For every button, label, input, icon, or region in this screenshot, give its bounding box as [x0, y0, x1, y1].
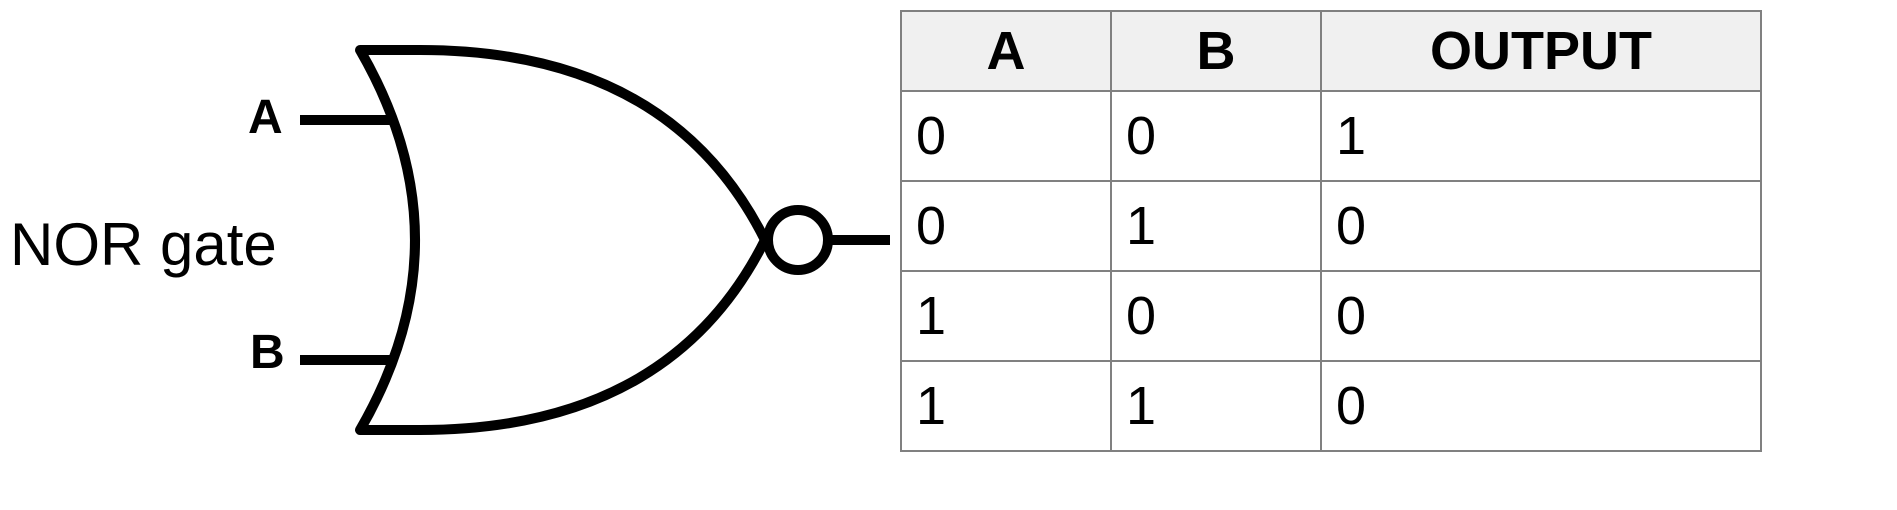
table-row: 1 0 0: [901, 271, 1761, 361]
cell-a: 0: [901, 91, 1111, 181]
input-a-label: A: [248, 90, 283, 145]
nor-gate-diagram: NOR gate A B A B OUTPUT 0 0 1: [0, 0, 1897, 510]
cell-out: 0: [1321, 271, 1761, 361]
cell-b: 1: [1111, 181, 1321, 271]
cell-a: 1: [901, 361, 1111, 451]
cell-b: 0: [1111, 271, 1321, 361]
cell-out: 0: [1321, 181, 1761, 271]
cell-b: 1: [1111, 361, 1321, 451]
header-output: OUTPUT: [1321, 11, 1761, 91]
gate-title: NOR gate: [10, 210, 277, 279]
table-row: 0 1 0: [901, 181, 1761, 271]
cell-a: 0: [901, 181, 1111, 271]
cell-out: 0: [1321, 361, 1761, 451]
truth-table: A B OUTPUT 0 0 1 0 1 0 1 0 0 1: [900, 10, 1762, 452]
header-b: B: [1111, 11, 1321, 91]
cell-out: 1: [1321, 91, 1761, 181]
cell-a: 1: [901, 271, 1111, 361]
cell-b: 0: [1111, 91, 1321, 181]
header-a: A: [901, 11, 1111, 91]
table-row: 0 0 1: [901, 91, 1761, 181]
table-header-row: A B OUTPUT: [901, 11, 1761, 91]
nor-gate-icon: [290, 40, 900, 470]
input-b-label: B: [250, 325, 285, 380]
table-row: 1 1 0: [901, 361, 1761, 451]
